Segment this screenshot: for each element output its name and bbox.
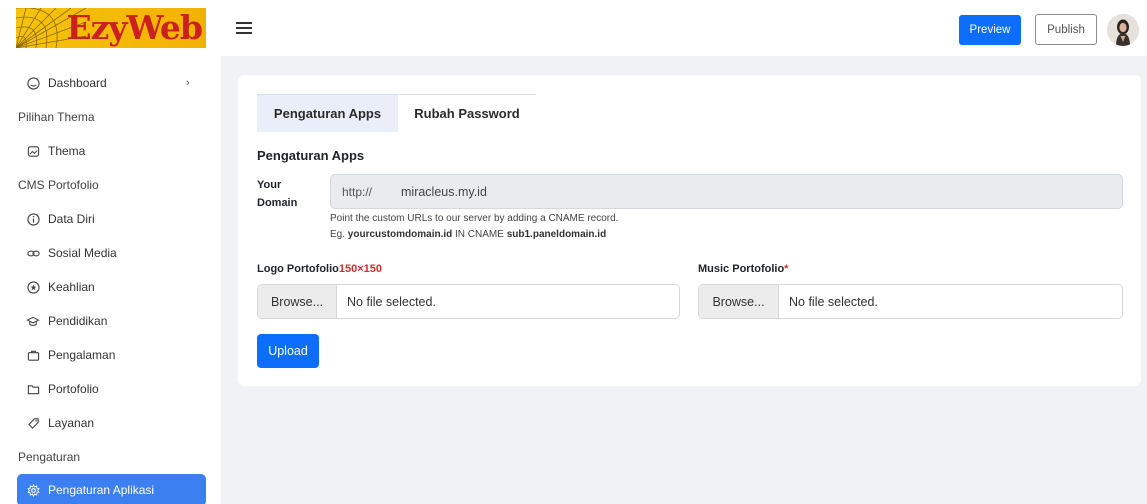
sidebar-item-label: Pengalaman bbox=[48, 348, 116, 362]
domain-hint-line1: Point the custom URLs to our server by a… bbox=[330, 213, 619, 224]
sidebar-item-label: Layanan bbox=[48, 416, 95, 430]
sidebar-item-label: Pengaturan Aplikasi bbox=[48, 483, 155, 497]
link-icon bbox=[26, 246, 40, 260]
sidebar-item-dashboard[interactable]: Dashboard › bbox=[0, 66, 221, 100]
sidebar-item-layanan[interactable]: Layanan bbox=[0, 406, 221, 440]
chevron-right-icon: › bbox=[186, 77, 190, 89]
music-file-name: No file selected. bbox=[789, 294, 878, 309]
upload-button[interactable]: Upload bbox=[257, 334, 319, 368]
settings-card: Pengaturan Apps Rubah Password Pengatura… bbox=[238, 75, 1141, 386]
publish-button[interactable]: Publish bbox=[1035, 14, 1097, 45]
sidebar: EzyWeb Dashboard › Pilihan Thema Thema C… bbox=[0, 0, 221, 504]
sidebar-header-pengaturan: Pengaturan bbox=[18, 450, 81, 464]
logo-file-input[interactable]: Browse... No file selected. bbox=[257, 284, 680, 319]
user-avatar-icon bbox=[1107, 14, 1139, 46]
sidebar-header-pilihan-thema: Pilihan Thema bbox=[18, 110, 95, 124]
tab-pengaturan-apps[interactable]: Pengaturan Apps bbox=[257, 95, 398, 132]
sidebar-item-portofolio[interactable]: Portofolio bbox=[0, 372, 221, 406]
graduation-cap-icon bbox=[26, 314, 40, 328]
sidebar-item-thema[interactable]: Thema bbox=[0, 134, 221, 168]
domain-field[interactable]: http:// miracleus.my.id bbox=[330, 174, 1123, 209]
sidebar-item-data-diri[interactable]: Data Diri bbox=[0, 202, 221, 236]
sidebar-item-label: Sosial Media bbox=[48, 246, 117, 260]
avatar[interactable] bbox=[1107, 14, 1139, 46]
info-icon bbox=[26, 212, 40, 226]
folder-icon bbox=[26, 382, 40, 396]
sidebar-item-label: Portofolio bbox=[48, 382, 99, 396]
sidebar-item-sosial-media[interactable]: Sosial Media bbox=[0, 236, 221, 270]
domain-hint-line2: Eg. yourcustomdomain.id IN CNAME sub1.pa… bbox=[330, 229, 607, 240]
tab-rubah-password[interactable]: Rubah Password bbox=[398, 95, 536, 132]
logo-file-name: No file selected. bbox=[347, 294, 436, 309]
sidebar-item-label: Keahlian bbox=[48, 280, 95, 294]
music-portofolio-label: Music Portofolio* bbox=[698, 263, 789, 275]
sidebar-item-pengalaman[interactable]: Pengalaman bbox=[0, 338, 221, 372]
music-browse-button[interactable]: Browse... bbox=[699, 285, 779, 318]
gear-icon bbox=[26, 483, 40, 497]
logo-size-note: 150×150 bbox=[338, 263, 383, 275]
logo-portofolio-label: Logo Portofolio150×150 bbox=[257, 263, 383, 275]
star-icon bbox=[26, 280, 40, 294]
domain-hint: Point the custom URLs to our server by a… bbox=[330, 211, 618, 243]
sidebar-item-label: Dashboard bbox=[48, 76, 107, 90]
topbar: Preview Publish bbox=[221, 0, 1147, 56]
sidebar-header-cms-portofolio: CMS Portofolio bbox=[18, 178, 99, 192]
hamburger-menu-icon[interactable] bbox=[236, 22, 252, 34]
preview-button[interactable]: Preview bbox=[959, 15, 1021, 45]
domain-value: miracleus.my.id bbox=[401, 184, 487, 199]
sidebar-item-label: Data Diri bbox=[48, 212, 95, 226]
ezyweb-logo[interactable]: EzyWeb bbox=[16, 8, 206, 48]
section-title: Pengaturan Apps bbox=[257, 148, 365, 163]
tag-icon bbox=[26, 416, 40, 430]
brand: EzyWeb bbox=[0, 0, 221, 56]
briefcase-icon bbox=[26, 348, 40, 362]
sidebar-item-pengaturan-aplikasi[interactable]: Pengaturan Aplikasi bbox=[17, 474, 206, 504]
domain-label: Your Domain bbox=[257, 179, 298, 209]
theme-icon bbox=[26, 144, 40, 158]
dashboard-icon bbox=[26, 76, 40, 90]
logo-browse-button[interactable]: Browse... bbox=[258, 285, 337, 318]
sidebar-item-keahlian[interactable]: Keahlian bbox=[0, 270, 221, 304]
music-file-input[interactable]: Browse... No file selected. bbox=[698, 284, 1123, 319]
settings-tabs: Pengaturan Apps Rubah Password bbox=[257, 94, 536, 132]
logo-text: EzyWeb bbox=[66, 8, 203, 47]
sidebar-item-label: Thema bbox=[48, 144, 86, 158]
sidebar-nav: Dashboard › Pilihan Thema Thema CMS Port… bbox=[0, 56, 221, 504]
domain-prefix: http:// bbox=[342, 184, 373, 199]
sidebar-item-label: Pendidikan bbox=[48, 314, 108, 328]
required-mark: * bbox=[784, 263, 789, 275]
sidebar-item-pendidikan[interactable]: Pendidikan bbox=[0, 304, 221, 338]
